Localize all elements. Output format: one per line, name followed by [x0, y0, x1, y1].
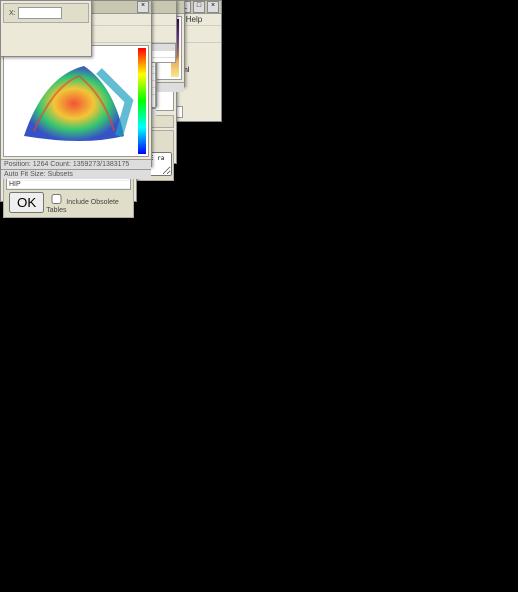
close-button[interactable]: × — [207, 1, 219, 13]
colorbar — [138, 48, 146, 154]
ok-button[interactable]: OK — [9, 192, 44, 213]
plane3-plot[interactable] — [3, 45, 149, 157]
hist-controls: X: — [0, 0, 92, 57]
x-field[interactable] — [18, 7, 62, 19]
obsolete-check[interactable] — [50, 194, 63, 204]
close-button[interactable]: × — [137, 1, 149, 13]
max-button[interactable]: □ — [193, 1, 205, 13]
